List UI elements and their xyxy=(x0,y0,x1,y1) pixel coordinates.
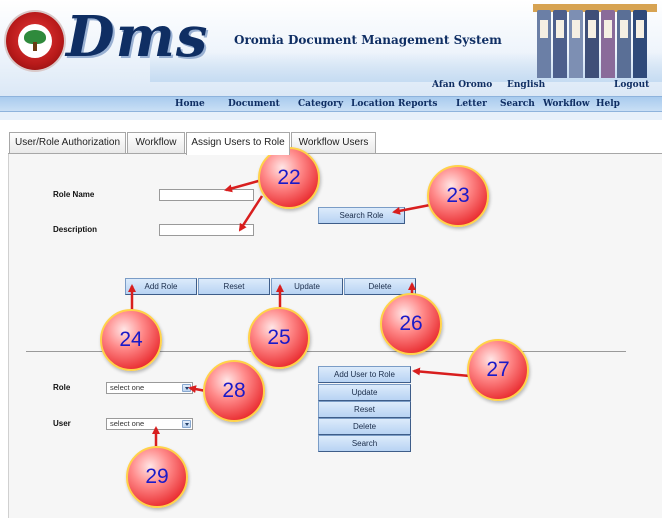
english-link[interactable]: English xyxy=(507,80,545,90)
nav-workflow[interactable]: Workflow xyxy=(543,99,590,109)
nav-document[interactable]: Document xyxy=(228,99,280,109)
binder-5 xyxy=(601,10,615,78)
tab-assign-users-to-role[interactable]: Assign Users to Role xyxy=(186,132,290,155)
add-role-button[interactable]: Add Role xyxy=(125,278,197,295)
callout-22: 22 xyxy=(258,147,320,209)
search-role-button[interactable]: Search Role xyxy=(318,207,405,224)
search-user-role-button[interactable]: Search xyxy=(318,435,411,452)
reset-role-button[interactable]: Reset xyxy=(198,278,270,295)
nav-strip xyxy=(0,112,662,120)
user-select[interactable]: select one xyxy=(106,418,193,430)
update-user-role-button[interactable]: Update xyxy=(318,384,411,401)
tab-user-role-authorization[interactable]: User/Role Authorization xyxy=(9,132,126,154)
nav-reports[interactable]: Reports xyxy=(398,99,437,109)
user-label: User xyxy=(53,419,71,428)
logout-link[interactable]: Logout xyxy=(614,80,649,90)
callout-29: 29 xyxy=(126,446,188,508)
nav-home[interactable]: Home xyxy=(175,99,205,109)
callout-28: 28 xyxy=(203,360,265,422)
binder-4 xyxy=(585,10,599,78)
user-select-value: select one xyxy=(110,419,145,428)
add-user-to-role-button[interactable]: Add User to Role xyxy=(318,366,411,383)
callout-24: 24 xyxy=(100,309,162,371)
chevron-down-icon xyxy=(182,420,191,428)
role-label: Role xyxy=(53,383,71,392)
description-label: Description xyxy=(53,225,98,234)
app-window: Dms Oromia Document Management System Af… xyxy=(0,0,662,518)
seal-trunk-icon xyxy=(33,42,37,51)
nav-letter[interactable]: Letter xyxy=(456,99,487,109)
callout-27: 27 xyxy=(467,339,529,401)
callout-25: 25 xyxy=(248,307,310,369)
role-select-value: select one xyxy=(110,383,145,392)
role-name-input[interactable] xyxy=(159,189,254,201)
nav-category[interactable]: Category xyxy=(298,99,343,109)
binder-1 xyxy=(537,10,551,78)
role-name-label: Role Name xyxy=(53,190,95,199)
header-banner: Dms Oromia Document Management System Af… xyxy=(0,0,662,96)
brand-logo-text: Dms xyxy=(66,4,209,70)
binder-2 xyxy=(553,10,567,78)
update-role-button[interactable]: Update xyxy=(271,278,343,295)
main-nav: Home Document Category Location Reports … xyxy=(0,96,662,112)
tab-workflow[interactable]: Workflow xyxy=(127,132,185,154)
oromia-seal-logo xyxy=(6,12,64,70)
binders-image xyxy=(533,4,657,78)
callout-23: 23 xyxy=(427,165,489,227)
delete-user-role-button[interactable]: Delete xyxy=(318,418,411,435)
binder-3 xyxy=(569,10,583,78)
reset-user-role-button[interactable]: Reset xyxy=(318,401,411,418)
system-title: Oromia Document Management System xyxy=(234,33,502,47)
role-select[interactable]: select one xyxy=(106,382,193,394)
chevron-down-icon xyxy=(182,384,191,392)
nav-help[interactable]: Help xyxy=(596,99,620,109)
callout-26: 26 xyxy=(380,293,442,355)
nav-search[interactable]: Search xyxy=(500,99,535,109)
binder-6 xyxy=(617,10,631,78)
binder-7 xyxy=(633,10,647,78)
description-input[interactable] xyxy=(159,224,254,236)
afan-oromo-link[interactable]: Afan Oromo xyxy=(432,80,492,90)
nav-location[interactable]: Location xyxy=(351,99,395,109)
